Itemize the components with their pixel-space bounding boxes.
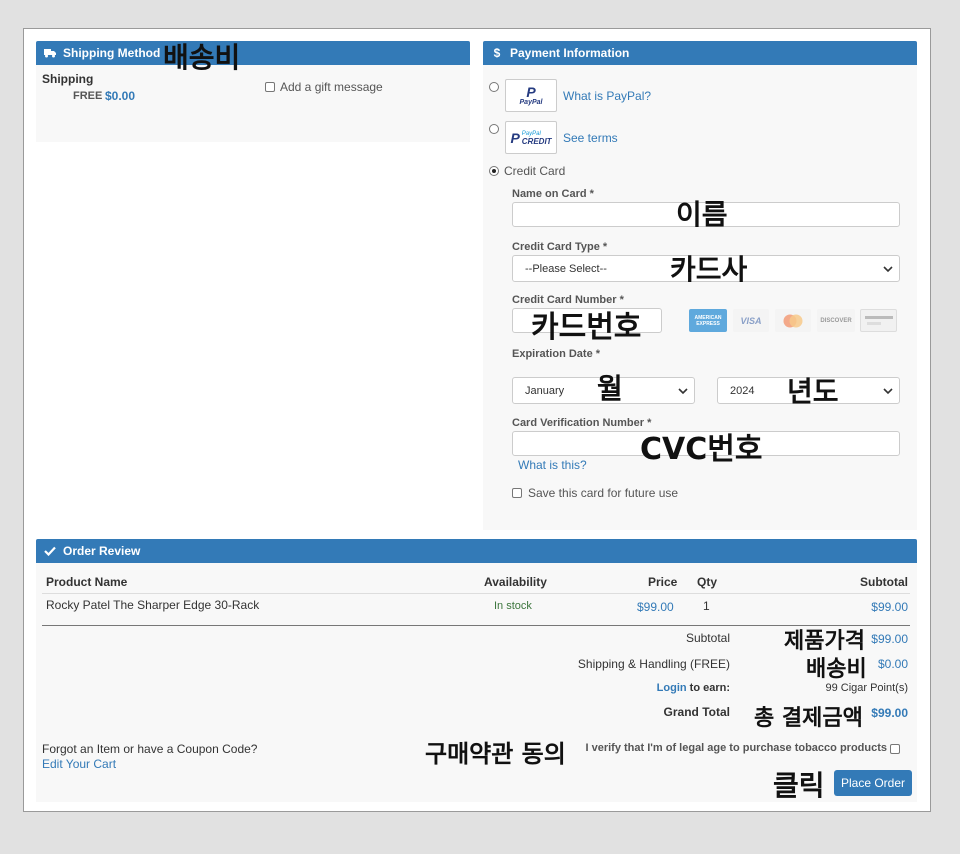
header-divider <box>42 593 910 594</box>
exp-month-value: January <box>525 384 565 397</box>
dollar-icon: $ <box>493 46 501 60</box>
qty-cell: 1 <box>703 599 710 613</box>
subtotal-label: Subtotal <box>685 631 730 645</box>
what-is-this-link[interactable]: What is this? <box>518 458 587 472</box>
paypal-credit-p-icon: P <box>510 129 520 146</box>
gift-message-checkbox[interactable] <box>265 82 275 92</box>
discover-icon: DISCOVER <box>817 309 855 332</box>
gift-message-label[interactable]: Add a gift message <box>280 80 383 94</box>
paypal-credit-logo: P PayPal CREDIT <box>505 121 557 154</box>
annotation-shipping-fee-2: 배송비 <box>806 657 867 682</box>
annotation-terms-agree: 구매약관 동의 <box>425 740 566 768</box>
save-card-checkbox[interactable] <box>512 488 522 498</box>
chevron-down-icon <box>678 388 688 395</box>
amex-icon: AMERICAN EXPRESS <box>689 309 727 332</box>
grand-total-value: $99.00 <box>871 706 908 720</box>
subtotal-value: $99.00 <box>871 632 908 646</box>
shipping-label: Shipping <box>42 72 94 86</box>
shipping-free-text: FREE <box>73 90 103 102</box>
annotation-shipping-fee: 배송비 <box>163 41 241 74</box>
login-link[interactable]: Login <box>657 682 687 694</box>
chevron-down-icon <box>883 388 893 395</box>
card-type-value: --Please Select-- <box>525 262 607 275</box>
credit-card-radio[interactable] <box>489 166 499 176</box>
expiration-label: Expiration Date * <box>512 348 601 360</box>
col-price: Price <box>648 575 678 589</box>
forgot-item-text: Forgot an Item or have a Coupon Code? <box>42 742 258 756</box>
truck-icon <box>44 47 56 59</box>
annotation-card-company: 카드사 <box>670 253 748 286</box>
exp-year-value: 2024 <box>730 384 755 397</box>
col-qty: Qty <box>697 575 718 589</box>
col-product-name: Product Name <box>46 575 128 589</box>
generic-card-icon <box>860 309 897 332</box>
paypal-credit-radio[interactable] <box>489 124 499 134</box>
login-earn-row: Login to earn: <box>657 682 730 694</box>
save-card-label[interactable]: Save this card for future use <box>528 486 678 500</box>
paypal-logo: P PayPal <box>505 79 557 112</box>
annotation-total: 총 결제금액 <box>754 706 863 731</box>
annotation-click: 클릭 <box>773 769 825 802</box>
paypal-p-icon: P <box>526 84 536 100</box>
annotation-year: 년도 <box>787 375 839 408</box>
cvv-label: Card Verification Number * <box>512 417 652 429</box>
paypal-logo-text: PayPal <box>519 99 543 106</box>
payment-info-title: Payment Information <box>510 46 630 60</box>
name-on-card-label: Name on Card * <box>512 188 594 200</box>
order-review-title: Order Review <box>63 544 141 558</box>
age-verify-checkbox[interactable] <box>890 744 900 754</box>
see-terms-link[interactable]: See terms <box>563 131 618 145</box>
edit-cart-link[interactable]: Edit Your Cart <box>42 757 116 771</box>
annotation-name: 이름 <box>676 198 728 231</box>
mastercard-icon <box>775 309 811 332</box>
what-is-paypal-link[interactable]: What is PayPal? <box>563 89 651 103</box>
visa-icon: VISA <box>733 309 769 332</box>
shipping-price: $0.00 <box>105 89 136 103</box>
shipping-handling-label: Shipping & Handling (FREE) <box>577 657 730 671</box>
credit-card-label[interactable]: Credit Card <box>504 164 565 178</box>
paypal-credit-text: CREDIT <box>521 136 552 146</box>
annotation-month: 월 <box>597 372 623 405</box>
shipping-method-header: Shipping Method <box>36 41 470 65</box>
payment-info-header: $ Payment Information <box>483 41 917 65</box>
shipping-handling-value: $0.00 <box>877 657 908 671</box>
subtotal-cell: $99.00 <box>871 600 908 614</box>
checkmark-icon <box>44 545 56 557</box>
col-availability: Availability <box>484 575 547 589</box>
place-order-button[interactable]: Place Order <box>834 770 912 796</box>
availability-cell: In stock <box>494 600 532 612</box>
col-subtotal: Subtotal <box>860 575 908 589</box>
chevron-down-icon <box>883 266 893 273</box>
annotation-card-number: 카드번호 <box>531 310 642 345</box>
points-value: 99 Cigar Point(s) <box>825 682 908 694</box>
paypal-radio[interactable] <box>489 82 499 92</box>
order-review-header: Order Review <box>36 539 917 563</box>
card-type-label: Credit Card Type * <box>512 241 608 253</box>
grand-total-label: Grand Total <box>663 705 730 719</box>
to-earn-text: to earn: <box>686 682 730 694</box>
age-verify-label[interactable]: I verify that I'm of legal age to purcha… <box>585 742 887 754</box>
totals-divider <box>42 625 910 626</box>
product-name-cell: Rocky Patel The Sharper Edge 30-Rack <box>46 598 260 612</box>
price-cell: $99.00 <box>637 600 674 614</box>
annotation-cvc: CVC번호 <box>640 432 763 467</box>
shipping-method-title: Shipping Method <box>63 46 161 60</box>
